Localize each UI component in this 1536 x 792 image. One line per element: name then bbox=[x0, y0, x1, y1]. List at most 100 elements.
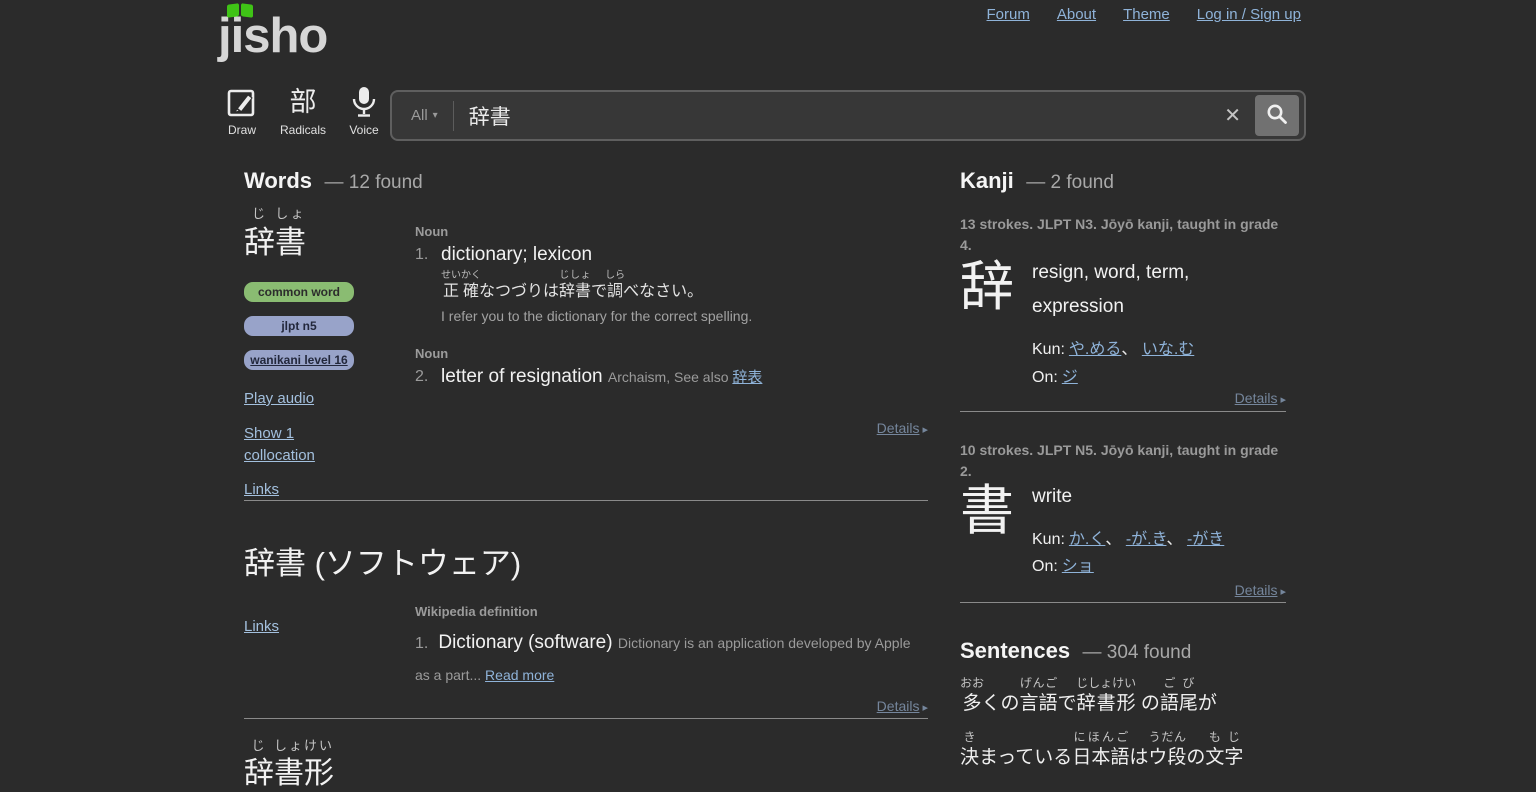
kanji-section-header: Kanji — 2 found bbox=[960, 168, 1114, 194]
search-divider bbox=[452, 100, 454, 131]
kanji-entry-1-details-link[interactable]: Details ▸ bbox=[1235, 390, 1286, 406]
kun-label: Kun: bbox=[1032, 531, 1065, 549]
kanji-entry-1: 辞 resign, word, term, expression Kun: や.め… bbox=[960, 256, 1286, 391]
wikipedia-sense: 1. Dictionary (software) Dictionary is an… bbox=[415, 627, 928, 691]
chevron-right-icon: ▸ bbox=[922, 424, 928, 436]
nav-login-signup-link[interactable]: Log in / Sign up bbox=[1197, 6, 1301, 23]
nav-theme-link[interactable]: Theme bbox=[1123, 6, 1170, 23]
word-entry-1-meanings: Noun 1. dictionary; lexicon 正確せいかくなつづりは辞… bbox=[415, 224, 928, 388]
word-entry-2-title: 辞書 (ソフトウェア) bbox=[244, 546, 522, 581]
tag-wanikani-level[interactable]: wanikani level 16 bbox=[244, 350, 354, 370]
word-entry-1-tags: common word jlpt n5 wanikani level 16 bbox=[244, 282, 354, 370]
word-entry-3-partial: 辞じ書しょ形けい bbox=[244, 738, 335, 790]
words-section: Words — 12 found 辞じ書しょ common word jlpt … bbox=[244, 168, 928, 790]
divider bbox=[960, 602, 1286, 603]
kanji-reading-link[interactable]: -が.き bbox=[1126, 531, 1167, 548]
words-section-header: Words — 12 found bbox=[244, 168, 423, 194]
kanji-entry-2-info: 10 strokes. JLPT N5. Jōyō kanji, taught … bbox=[960, 442, 1279, 479]
read-more-link[interactable]: Read more bbox=[485, 667, 554, 683]
kanji-title: Kanji bbox=[960, 168, 1014, 193]
sense-2: 2. letter of resignation Archaism, See a… bbox=[415, 366, 928, 388]
links-link[interactable]: Links bbox=[244, 616, 279, 638]
part-of-speech: Noun bbox=[415, 346, 449, 362]
kanji-reading-link[interactable]: ショ bbox=[1062, 558, 1094, 575]
search-submit-button[interactable] bbox=[1255, 95, 1299, 136]
voice-label: Voice bbox=[349, 123, 379, 137]
words-title: Words bbox=[244, 168, 313, 193]
draw-icon bbox=[227, 84, 257, 120]
kanji-reading-link[interactable]: いな.む bbox=[1142, 341, 1194, 358]
draw-button[interactable]: Draw bbox=[222, 84, 262, 137]
chevron-down-icon: ▾ bbox=[432, 110, 438, 121]
divider bbox=[244, 718, 928, 719]
kanji-reading-link[interactable]: か.く bbox=[1069, 531, 1105, 548]
search-icon bbox=[1266, 103, 1288, 128]
sentences-title: Sentences bbox=[960, 638, 1071, 663]
search-input[interactable] bbox=[468, 103, 1211, 128]
sentences-section-header: Sentences — 304 found bbox=[960, 638, 1191, 664]
chevron-right-icon: ▸ bbox=[1280, 586, 1286, 598]
kanji-entry-2: 書 write Kun: か.く、 -が.き、 -がき On: ショ bbox=[960, 480, 1286, 581]
divider bbox=[960, 411, 1286, 412]
sense-number: 1. bbox=[415, 246, 429, 263]
logo-book-icon bbox=[225, 2, 255, 20]
jisho-logo[interactable]: jisho bbox=[218, 2, 388, 68]
word-entry-1-word: 辞じ書しょ bbox=[244, 206, 306, 260]
radicals-label: Radicals bbox=[280, 123, 327, 137]
chevron-right-icon: ▸ bbox=[922, 702, 928, 714]
sense-gloss: Dictionary (software) bbox=[438, 632, 613, 653]
draw-label: Draw bbox=[227, 123, 256, 137]
word-entry-1-links: Play audio Show 1 collocation Links bbox=[244, 388, 344, 501]
top-navigation: Forum About Theme Log in / Sign up bbox=[987, 6, 1301, 23]
on-label: On: bbox=[1032, 558, 1058, 576]
play-audio-link[interactable]: Play audio bbox=[244, 388, 314, 410]
chevron-right-icon: ▸ bbox=[1280, 394, 1286, 406]
part-of-speech: Noun bbox=[415, 224, 449, 239]
kanji-reading-link[interactable]: や.める bbox=[1069, 341, 1121, 358]
on-label: On: bbox=[1032, 368, 1058, 386]
wikipedia-definition-label: Wikipedia definition bbox=[415, 604, 538, 619]
tag-jlpt-n5: jlpt n5 bbox=[244, 316, 354, 336]
reading-separator: 、 bbox=[1121, 341, 1142, 359]
search-tools: Draw 部 Radicals Voice bbox=[222, 84, 384, 137]
words-count: — 12 found bbox=[324, 172, 423, 193]
kanji-entry-1-info: 13 strokes. JLPT N3. Jōyō kanji, taught … bbox=[960, 216, 1279, 253]
word-entry-1-left: 辞じ書しょ common word jlpt n5 wanikani level… bbox=[244, 206, 409, 514]
word-entry-1-details-link[interactable]: Details ▸ bbox=[877, 420, 928, 436]
microphone-icon bbox=[351, 84, 377, 120]
wanikani-link[interactable]: wanikani level 16 bbox=[250, 353, 347, 367]
divider bbox=[244, 500, 928, 501]
kanji-entry-2-details-link[interactable]: Details ▸ bbox=[1235, 582, 1286, 598]
nav-about-link[interactable]: About bbox=[1057, 6, 1096, 23]
sense-gloss: dictionary; lexicon bbox=[441, 244, 593, 265]
search-bar: All ▾ ✕ bbox=[390, 90, 1306, 141]
word-entry-2-links: Links bbox=[244, 616, 344, 651]
example-sentence-translation: I refer you to the dictionary for the co… bbox=[441, 308, 753, 325]
see-also-link[interactable]: 辞表 bbox=[732, 369, 762, 386]
nav-forum-link[interactable]: Forum bbox=[987, 6, 1030, 23]
links-link[interactable]: Links bbox=[244, 479, 279, 501]
voice-button[interactable]: Voice bbox=[344, 84, 384, 137]
clear-search-button[interactable]: ✕ bbox=[1210, 103, 1255, 128]
sentence-line-1: 多おおくの言語げんごで辞書形じしょけい の語尾ごびが bbox=[960, 676, 1217, 714]
kun-label: Kun: bbox=[1032, 341, 1065, 359]
sense-gloss: letter of resignation bbox=[441, 366, 603, 388]
reading-separator: 、 bbox=[1105, 531, 1126, 549]
collocations-link[interactable]: Show 1 collocation bbox=[244, 423, 344, 467]
kanji-meanings: write bbox=[1032, 486, 1073, 507]
search-scope-dropdown[interactable]: All ▾ bbox=[411, 107, 438, 124]
radicals-icon: 部 bbox=[289, 87, 317, 117]
kanji-readings: Kun: や.める、 いな.む On: ジ bbox=[1032, 336, 1286, 390]
word-entry-2-details-link[interactable]: Details ▸ bbox=[877, 698, 928, 714]
kanji-reading-link[interactable]: -がき bbox=[1187, 531, 1224, 548]
tag-common-word: common word bbox=[244, 282, 354, 302]
word-entry-2-meanings: Wikipedia definition 1. Dictionary (softw… bbox=[415, 604, 928, 691]
sense-number: 1. bbox=[415, 635, 429, 652]
radicals-button[interactable]: 部 Radicals bbox=[280, 84, 326, 137]
example-sentence-japanese: 正確せいかくなつづりは辞書じしょで調しらべなさい。 bbox=[441, 270, 704, 300]
kanji-reading-link[interactable]: ジ bbox=[1062, 369, 1078, 386]
sentences-count: — 304 found bbox=[1082, 642, 1192, 663]
sense-note: Archaism, See also 辞表 bbox=[607, 369, 763, 387]
search-scope-value: All bbox=[411, 107, 428, 124]
kanji-meanings: resign, word, term, expression bbox=[1032, 262, 1190, 318]
